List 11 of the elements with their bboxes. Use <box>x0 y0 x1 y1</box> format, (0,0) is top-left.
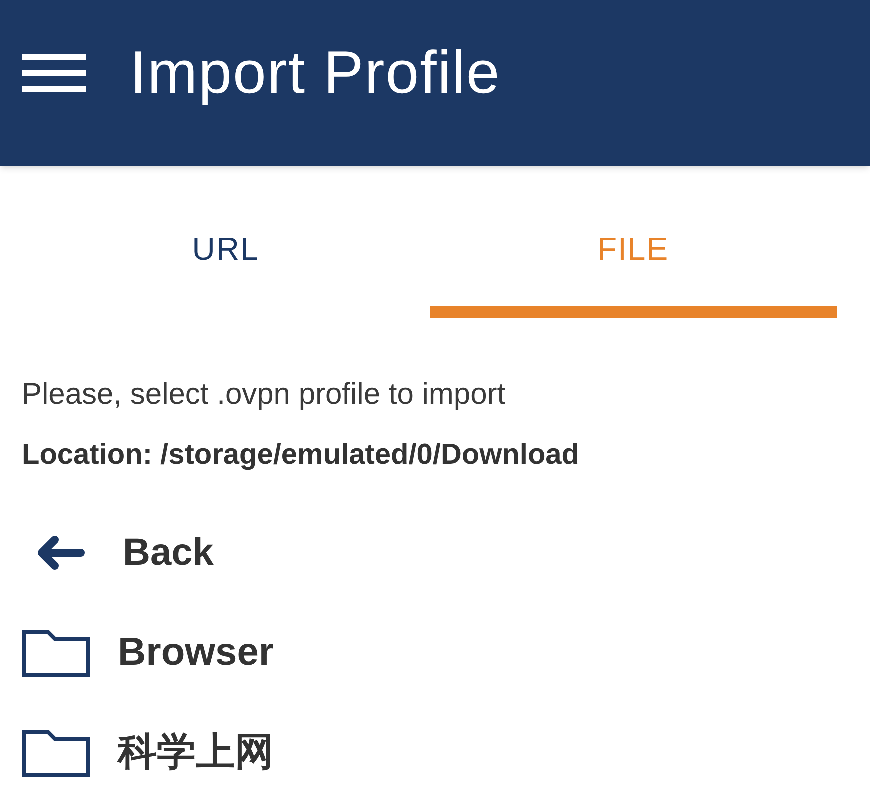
instruction-text: Please, select .ovpn profile to import <box>22 377 507 413</box>
folder-icon <box>22 630 90 676</box>
folder-item[interactable]: 科学上网 <box>0 703 284 803</box>
folder-item[interactable]: Browser <box>0 603 284 703</box>
menu-icon[interactable] <box>22 54 86 92</box>
back-button[interactable]: Back <box>0 503 224 603</box>
location-path: Location: /storage/emulated/0/Download <box>22 438 581 473</box>
back-arrow-icon <box>35 535 85 571</box>
app-bar-title: Import Profile <box>130 39 501 107</box>
folder-icon <box>22 730 90 776</box>
tab[interactable]: URL <box>22 166 430 318</box>
